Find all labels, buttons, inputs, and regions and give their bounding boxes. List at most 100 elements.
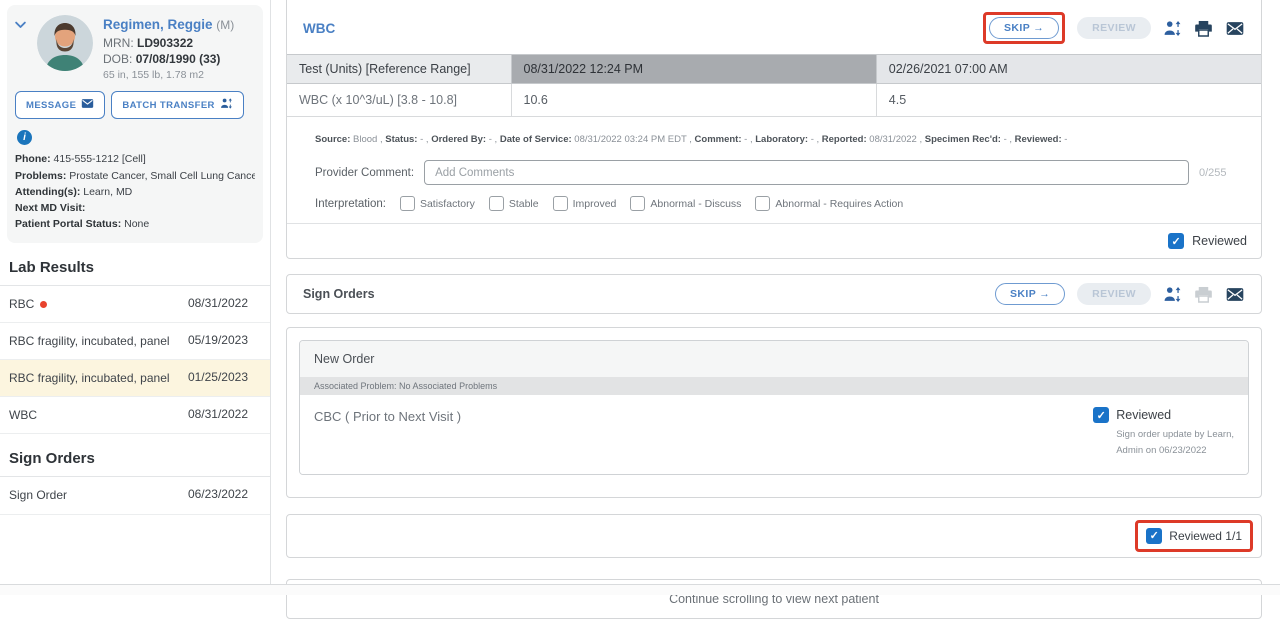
meta-value: 08/31/2022 03:24 PM EDT bbox=[574, 134, 686, 145]
problems-label: Problems: bbox=[15, 170, 66, 182]
interpretation-checkbox-abnormal-requires-action[interactable]: Abnormal - Requires Action bbox=[755, 196, 903, 211]
checkbox-unchecked[interactable] bbox=[755, 196, 770, 211]
interpretation-options: Satisfactory Stable Improved Abnormal - Dis… bbox=[400, 196, 903, 211]
meta-value: - bbox=[1004, 134, 1007, 145]
results-table-header-row: Test (Units) [Reference Range]08/31/2022… bbox=[287, 55, 1261, 84]
annotation-highlight-reviewed: ✓ Reviewed 1/1 bbox=[1135, 520, 1253, 552]
table-row: WBC (x 10^3/uL) [3.8 - 10.8]10.64.5 bbox=[287, 84, 1261, 117]
printer-icon[interactable] bbox=[1194, 19, 1213, 38]
column-header[interactable]: 02/26/2021 07:00 AM bbox=[876, 55, 1261, 84]
patient-problems: Problems: Prostate Cancer, Small Cell Lu… bbox=[15, 168, 255, 184]
phone-label: Phone: bbox=[15, 153, 51, 165]
note-line-2: Admin on 06/23/2022 bbox=[1116, 443, 1234, 459]
sign-orders-panel-header: Sign Orders SKIP → REVIEW bbox=[286, 274, 1262, 314]
item-label: RBC bbox=[9, 296, 180, 312]
person-transfer-icon bbox=[220, 97, 233, 113]
batch-transfer-label: BATCH TRANSFER bbox=[122, 100, 215, 111]
char-counter: 0/255 bbox=[1199, 167, 1251, 179]
results-table: Test (Units) [Reference Range]08/31/2022… bbox=[287, 54, 1261, 117]
checkbox-label: Stable bbox=[509, 198, 539, 210]
new-order-card: New Order Associated Problem: No Associa… bbox=[299, 340, 1249, 474]
item-label: RBC fragility, incubated, panel bbox=[9, 370, 180, 386]
checkbox-unchecked[interactable] bbox=[553, 196, 568, 211]
associated-problem-strip: Associated Problem: No Associated Proble… bbox=[300, 377, 1248, 395]
meta-label: Reviewed: bbox=[1015, 134, 1065, 145]
list-item[interactable]: RBC fragility, incubated, panel01/25/202… bbox=[0, 360, 270, 397]
new-order-title: New Order bbox=[300, 341, 1248, 377]
patient-phone: Phone: 415-555-1212 [Cell] bbox=[15, 151, 255, 167]
transfer-patient-icon[interactable] bbox=[1163, 285, 1182, 304]
review-button[interactable]: REVIEW bbox=[1077, 283, 1151, 305]
order-reviewed-label: Reviewed bbox=[1116, 408, 1171, 422]
wbc-panel-controls: SKIP → REVIEW bbox=[983, 12, 1245, 44]
list-item[interactable]: RBC 08/31/2022 bbox=[0, 286, 270, 323]
patient-card: Regimen, Reggie (M) MRN: LD903322 DOB: 0… bbox=[7, 5, 263, 243]
printer-icon-disabled bbox=[1194, 285, 1213, 304]
patient-name[interactable]: Regimen, Reggie bbox=[103, 17, 213, 32]
mrn-value: LD903322 bbox=[137, 36, 193, 50]
patient-next-visit: Next MD Visit: bbox=[15, 200, 255, 216]
interpretation-checkbox-satisfactory[interactable]: Satisfactory bbox=[400, 196, 475, 211]
meta-label: Date of Service: bbox=[500, 134, 574, 145]
review-button[interactable]: REVIEW bbox=[1077, 17, 1151, 39]
envelope-icon[interactable] bbox=[1225, 285, 1245, 304]
info-icon[interactable]: i bbox=[17, 130, 32, 145]
reviewed-summary-panel: ✓ Reviewed 1/1 bbox=[286, 514, 1262, 558]
page-bottom-divider bbox=[0, 584, 1280, 595]
interpretation-label: Interpretation: bbox=[315, 198, 386, 210]
order-reviewed-checkbox-checked[interactable]: ✓ bbox=[1093, 407, 1109, 423]
wbc-reviewed-row: ✓ Reviewed bbox=[287, 223, 1261, 258]
patient-sidebar: Regimen, Reggie (M) MRN: LD903322 DOB: 0… bbox=[0, 0, 271, 584]
list-item[interactable]: Sign Order06/23/2022 bbox=[0, 477, 270, 514]
sign-orders-controls: SKIP → REVIEW bbox=[995, 283, 1245, 305]
meta-label: Source: bbox=[315, 134, 353, 145]
provider-comment-label: Provider Comment: bbox=[315, 167, 414, 179]
lab-results-list: RBC 08/31/2022 RBC fragility, incubated, p… bbox=[0, 286, 270, 435]
reviewed-summary-checkbox-checked[interactable]: ✓ bbox=[1146, 528, 1162, 544]
meta-label: Comment: bbox=[695, 134, 745, 145]
note-line-1: Sign order update by Learn, bbox=[1116, 427, 1234, 443]
reviewed-checkbox-checked[interactable]: ✓ bbox=[1168, 233, 1184, 249]
annotation-highlight-skip: SKIP → bbox=[983, 12, 1065, 44]
meta-value: - bbox=[744, 134, 747, 145]
interpretation-checkbox-abnormal-discuss[interactable]: Abnormal - Discuss bbox=[630, 196, 741, 211]
meta-value: - bbox=[489, 134, 492, 145]
table-cell: WBC (x 10^3/uL) [3.8 - 10.8] bbox=[287, 84, 511, 117]
transfer-patient-icon[interactable] bbox=[1163, 19, 1182, 38]
interpretation-checkbox-stable[interactable]: Stable bbox=[489, 196, 539, 211]
dob-value: 07/08/1990 (33) bbox=[136, 52, 221, 66]
mrn-label: MRN: bbox=[103, 36, 134, 50]
meta-label: Status: bbox=[385, 134, 420, 145]
meta-value: Blood bbox=[353, 134, 377, 145]
checkbox-unchecked[interactable] bbox=[630, 196, 645, 211]
envelope-icon bbox=[81, 97, 94, 113]
item-label: RBC fragility, incubated, panel bbox=[9, 333, 180, 349]
list-item[interactable]: RBC fragility, incubated, panel05/19/202… bbox=[0, 323, 270, 360]
patient-sex: (M) bbox=[216, 18, 234, 32]
phone-value: 415-555-1212 [Cell] bbox=[54, 153, 146, 165]
envelope-icon[interactable] bbox=[1225, 19, 1245, 38]
list-item[interactable]: WBC08/31/2022 bbox=[0, 397, 270, 434]
interpretation-checkbox-improved[interactable]: Improved bbox=[553, 196, 617, 211]
checkbox-unchecked[interactable] bbox=[489, 196, 504, 211]
patient-portal-status: Patient Portal Status: None bbox=[15, 216, 255, 232]
reviewed-label: Reviewed bbox=[1192, 234, 1247, 248]
meta-label: Specimen Rec'd: bbox=[925, 134, 1004, 145]
chevron-down-icon[interactable] bbox=[13, 17, 28, 35]
alert-dot bbox=[40, 301, 47, 308]
batch-transfer-button[interactable]: BATCH TRANSFER bbox=[111, 91, 244, 119]
next-visit-label: Next MD Visit: bbox=[15, 202, 85, 214]
meta-value: - bbox=[1064, 134, 1067, 145]
provider-comment-input[interactable] bbox=[424, 160, 1189, 185]
checkbox-label: Abnormal - Discuss bbox=[650, 198, 741, 210]
item-date: 08/31/2022 bbox=[188, 296, 248, 310]
skip-button[interactable]: SKIP → bbox=[989, 17, 1059, 39]
skip-button[interactable]: SKIP → bbox=[995, 283, 1065, 305]
checkbox-unchecked[interactable] bbox=[400, 196, 415, 211]
reviewed-summary-label: Reviewed 1/1 bbox=[1169, 529, 1242, 543]
patient-biometrics: 65 in, 155 lb, 1.78 m2 bbox=[103, 69, 234, 81]
portal-value: None bbox=[124, 218, 149, 230]
item-date: 06/23/2022 bbox=[188, 487, 248, 501]
message-button[interactable]: MESSAGE bbox=[15, 91, 105, 119]
column-header[interactable]: 08/31/2022 12:24 PM bbox=[511, 55, 876, 84]
